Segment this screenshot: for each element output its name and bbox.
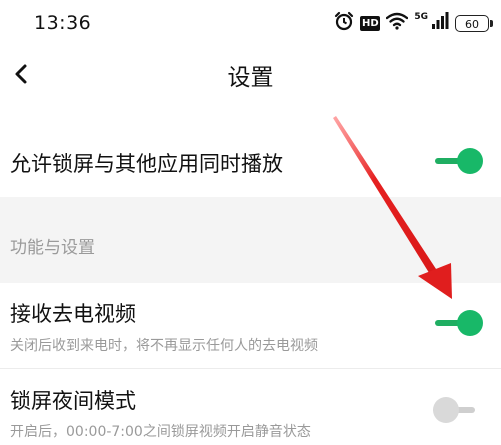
settings-screen: 13:36 HD 5G 60 设置 允许锁屏与其他应用同时播放 功能与设置 接收… xyxy=(0,0,501,445)
hd-voice-icon: HD xyxy=(360,15,381,31)
toggle-knob xyxy=(433,397,459,423)
status-bar: 13:36 HD 5G 60 xyxy=(0,0,501,48)
setting-description: 开启后，00:00-7:00之间锁屏视频开启静音状态 xyxy=(10,424,311,440)
page-title: 设置 xyxy=(227,65,274,91)
setting-row-lock-night-mode[interactable]: 锁屏夜间模式 开启后，00:00-7:00之间锁屏视频开启静音状态 xyxy=(0,369,501,445)
status-icons: HD 5G 60 xyxy=(334,10,493,36)
receive-call-video-toggle[interactable] xyxy=(435,310,483,336)
battery-icon: 60 xyxy=(455,14,493,32)
section-header: 功能与设置 xyxy=(0,197,501,283)
page-header: 设置 xyxy=(0,48,501,102)
signal-strength-icon xyxy=(431,12,449,34)
status-time: 13:36 xyxy=(34,12,92,34)
section-title: 功能与设置 xyxy=(10,238,95,258)
toggle-knob xyxy=(457,148,483,174)
toggle-knob xyxy=(457,310,483,336)
alarm-clock-icon xyxy=(334,11,354,35)
network-type-label: 5G xyxy=(414,12,428,22)
setting-label: 锁屏夜间模式 xyxy=(10,389,136,413)
setting-label: 接收去电视频 xyxy=(10,302,136,326)
simultaneous-playback-toggle[interactable] xyxy=(435,148,483,174)
wifi-icon xyxy=(386,12,409,34)
setting-row-simultaneous-playback: 允许锁屏与其他应用同时播放 xyxy=(0,102,501,197)
setting-label: 允许锁屏与其他应用同时播放 xyxy=(10,152,283,176)
lock-night-mode-toggle[interactable] xyxy=(433,397,481,423)
setting-description: 关闭后收到来电时，将不再显示任何人的去电视频 xyxy=(10,338,318,354)
setting-row-receive-call-video[interactable]: 接收去电视频 关闭后收到来电时，将不再显示任何人的去电视频 xyxy=(0,283,501,368)
